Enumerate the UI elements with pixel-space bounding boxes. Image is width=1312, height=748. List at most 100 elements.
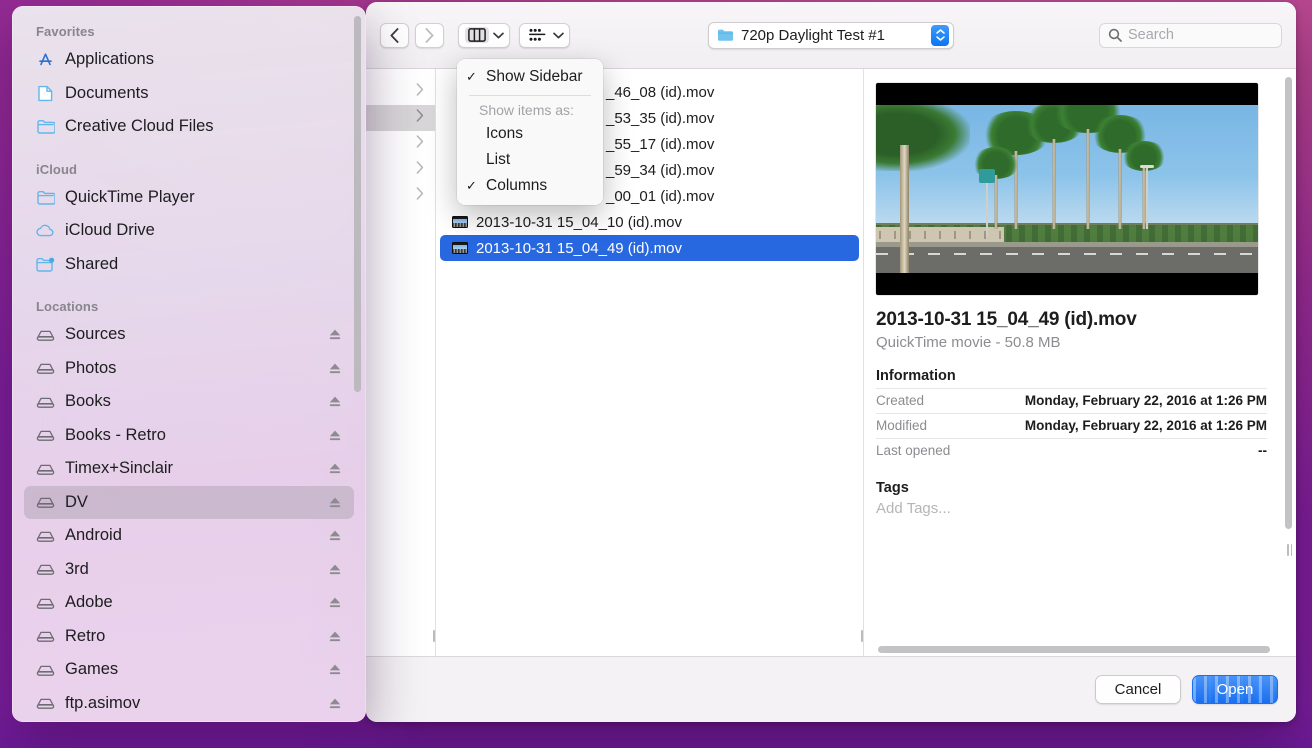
eject-icon[interactable] bbox=[328, 630, 342, 643]
sidebar-item-retro[interactable]: Retro bbox=[24, 620, 354, 654]
file-name-label: _59_34 (id).mov bbox=[606, 161, 715, 179]
menu-item-icons[interactable]: Icons bbox=[457, 121, 603, 147]
drive-icon bbox=[36, 361, 55, 375]
folder-icon bbox=[36, 119, 55, 134]
drive-icon bbox=[36, 328, 55, 342]
chevron-right-icon bbox=[416, 83, 424, 101]
column-one-row[interactable] bbox=[366, 183, 435, 209]
app-store-icon bbox=[36, 51, 55, 68]
file-list-item[interactable]: 2013-10-31 15_04_10 (id).mov bbox=[440, 209, 859, 235]
cancel-button[interactable]: Cancel bbox=[1095, 675, 1181, 704]
drive-icon bbox=[36, 663, 55, 677]
preview-vertical-scrollbar[interactable] bbox=[1285, 77, 1292, 529]
back-button[interactable] bbox=[380, 22, 409, 48]
menu-item-columns[interactable]: ✓ Columns bbox=[457, 173, 603, 199]
sidebar-item-dv[interactable]: DV bbox=[24, 485, 354, 519]
chevron-right-icon bbox=[416, 161, 424, 179]
menu-item-list[interactable]: List bbox=[457, 147, 603, 173]
sidebar-item-label: Books bbox=[65, 392, 111, 411]
sidebar-item-label: Timex+Sinclair bbox=[65, 459, 174, 478]
sidebar-item-label: Books - Retro bbox=[65, 425, 166, 444]
file-name-label: _55_17 (id).mov bbox=[606, 135, 715, 153]
cloud-icon bbox=[36, 224, 55, 238]
view-mode-button[interactable] bbox=[458, 22, 510, 48]
sidebar-item-books[interactable]: Books bbox=[24, 385, 354, 419]
drive-icon bbox=[36, 696, 55, 710]
search-icon bbox=[1108, 28, 1122, 42]
eject-icon[interactable] bbox=[328, 663, 342, 676]
sidebar-item-label: Shared bbox=[65, 254, 119, 273]
column-one-row[interactable] bbox=[366, 131, 435, 157]
sidebar-item-label: 3rd bbox=[65, 559, 89, 578]
add-tags-field[interactable]: Add Tags... bbox=[876, 500, 1267, 517]
chevron-down-icon bbox=[493, 32, 504, 39]
eject-icon[interactable] bbox=[328, 529, 342, 542]
columns-view-icon bbox=[465, 27, 489, 43]
column-three-preview-info: 2013-10-31 15_04_49 (id).mov QuickTime m… bbox=[864, 69, 1296, 656]
drive-icon bbox=[36, 495, 55, 509]
column-one-row[interactable] bbox=[366, 157, 435, 183]
file-list-item[interactable]: 2013-10-31 15_04_49 (id).mov bbox=[440, 235, 859, 261]
sidebar-item-games[interactable]: Games bbox=[24, 653, 354, 687]
sidebar-item-timex-sinclair[interactable]: Timex+Sinclair bbox=[24, 452, 354, 486]
info-row-value: Monday, February 22, 2016 at 1:26 PM bbox=[1024, 418, 1267, 433]
eject-icon[interactable] bbox=[328, 395, 342, 408]
file-name: 2013-10-31 15_04_49 (id).mov bbox=[876, 309, 1137, 330]
sidebar-item-applications[interactable]: Applications bbox=[24, 43, 354, 77]
drive-icon bbox=[36, 629, 55, 643]
open-button[interactable]: Open bbox=[1192, 675, 1278, 704]
information-heading: Information bbox=[876, 368, 956, 384]
sidebar-item-books-retro[interactable]: Books - Retro bbox=[24, 419, 354, 453]
search-field[interactable]: Search bbox=[1099, 22, 1282, 48]
sidebar-item-icloud-drive[interactable]: iCloud Drive bbox=[24, 214, 354, 248]
group-items-button[interactable] bbox=[519, 22, 570, 48]
sidebar-item-shared[interactable]: Shared bbox=[24, 248, 354, 282]
sidebar-item-creative-cloud-files[interactable]: Creative Cloud Files bbox=[24, 110, 354, 144]
folder-icon bbox=[36, 190, 55, 205]
sidebar-item-ftp-asimov[interactable]: ftp.asimov bbox=[24, 687, 354, 721]
file-info-panel: 2013-10-31 15_04_49 (id).mov QuickTime m… bbox=[876, 295, 1267, 517]
sidebar-scrollbar[interactable] bbox=[354, 16, 361, 392]
sidebar-section-gap bbox=[12, 281, 366, 299]
sidebar-item-3rd[interactable]: 3rd bbox=[24, 553, 354, 587]
menu-item-show-sidebar[interactable]: ✓ Show Sidebar bbox=[457, 64, 603, 90]
eject-icon[interactable] bbox=[328, 563, 342, 576]
file-kind-size: QuickTime movie - 50.8 MB bbox=[876, 334, 1061, 351]
info-row: Modified Monday, February 22, 2016 at 1:2… bbox=[876, 413, 1267, 438]
sidebar-item-label: ftp.asimov bbox=[65, 693, 141, 712]
column-resize-grip[interactable] bbox=[1285, 543, 1294, 556]
sidebar-item-sources[interactable]: Sources bbox=[24, 318, 354, 352]
forward-button[interactable] bbox=[415, 22, 444, 48]
sidebar-item-documents[interactable]: Documents bbox=[24, 77, 354, 111]
eject-icon[interactable] bbox=[328, 596, 342, 609]
path-popup-button[interactable]: 720p Daylight Test #1 bbox=[708, 21, 954, 49]
chevron-right-icon bbox=[416, 109, 424, 127]
info-row-key: Created bbox=[876, 393, 925, 408]
sidebar-item-quicktime-player[interactable]: QuickTime Player bbox=[24, 181, 354, 215]
checkmark-icon: ✓ bbox=[466, 69, 477, 84]
chevron-right-icon bbox=[416, 187, 424, 205]
eject-icon[interactable] bbox=[328, 328, 342, 341]
eject-icon[interactable] bbox=[328, 362, 342, 375]
sidebar-item-label: QuickTime Player bbox=[65, 187, 195, 206]
eject-icon[interactable] bbox=[328, 462, 342, 475]
column-one-row[interactable] bbox=[366, 105, 435, 131]
document-icon bbox=[36, 85, 55, 102]
preview-frame bbox=[876, 105, 1258, 273]
eject-icon[interactable] bbox=[328, 496, 342, 509]
column-one-row[interactable] bbox=[366, 79, 435, 105]
tags-heading: Tags bbox=[876, 480, 909, 496]
checkmark-icon: ✓ bbox=[466, 178, 477, 193]
preview-horizontal-scrollbar[interactable] bbox=[878, 646, 1270, 653]
sidebar-item-label: Photos bbox=[65, 358, 117, 377]
cancel-label: Cancel bbox=[1114, 681, 1162, 698]
drive-icon bbox=[36, 562, 55, 576]
eject-icon[interactable] bbox=[328, 697, 342, 710]
info-row-key: Modified bbox=[876, 418, 928, 433]
menu-item-label: Columns bbox=[486, 177, 548, 194]
eject-icon[interactable] bbox=[328, 429, 342, 442]
sidebar-item-photos[interactable]: Photos bbox=[24, 352, 354, 386]
sidebar-item-android[interactable]: Android bbox=[24, 519, 354, 553]
sidebar-item-adobe[interactable]: Adobe bbox=[24, 586, 354, 620]
menu-section-label: Show items as: bbox=[479, 102, 574, 118]
